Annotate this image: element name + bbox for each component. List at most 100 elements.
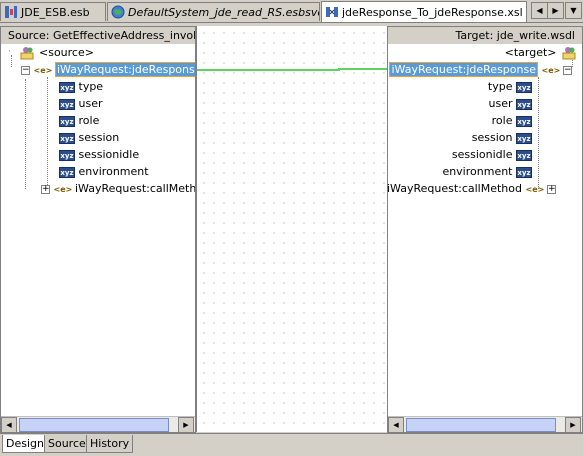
attribute-icon: xyz [59,115,75,127]
scrollbar-thumb[interactable] [406,418,556,432]
source-attr-session[interactable]: xyz session [59,129,119,146]
scroll-left-button[interactable]: ◀ [388,417,404,432]
tab-source[interactable]: Source [44,435,90,453]
target-attr-type[interactable]: type xyz [488,78,532,95]
expand-icon[interactable]: + [41,184,50,194]
tab-label: DefaultSystem_jde_read_RS.esbsvc [128,5,320,19]
element-icon: <e> [525,184,545,194]
source-node-label: iWayRequest:jdeResponse [55,62,195,77]
chevron-right-icon: ▶ [552,6,559,15]
scroll-tabs-left-button[interactable]: ◀ [531,2,548,19]
scroll-left-button[interactable]: ◀ [1,417,17,432]
collapse-toggle-icon[interactable]: · [5,47,14,58]
target-attr-session[interactable]: session xyz [472,129,532,146]
attribute-icon: xyz [516,98,532,110]
source-attr-type[interactable]: xyz type [59,78,103,95]
target-tree-panel: Target: jde_write.wsdl <target> iWayRequ… [387,26,583,433]
target-root-node[interactable]: <target> [505,44,578,61]
chevron-left-icon: ◀ [536,6,543,15]
tab-jde-esb[interactable]: JDE_ESB.esb [0,2,106,21]
chevron-right-icon: ▶ [570,421,576,429]
xsl-map-icon [326,7,338,17]
source-attr-role[interactable]: xyz role [59,112,99,129]
esb-file-icon [5,6,17,18]
scroll-tabs-right-button[interactable]: ▶ [547,2,564,19]
element-icon: <e> [33,65,53,75]
chevron-left-icon: ◀ [6,421,12,429]
attr-label: type [487,80,513,93]
element-icon: <e> [53,184,73,194]
globe-icon [111,5,125,19]
source-tree-panel: Source: GetEffectiveAddress_invoke.wsdl … [0,26,196,433]
attr-label: role [491,114,513,127]
schema-root-icon [20,47,33,60]
mapping-canvas[interactable] [196,26,388,432]
source-attr-sessionidle[interactable]: xyz sessionidle [59,146,139,163]
source-child-label: iWayRequest:callMethod [75,182,196,195]
source-horizontal-scrollbar[interactable]: ◀ ▶ [1,416,195,432]
editor-view-tabs: Design Source History [0,433,583,456]
target-child-node[interactable]: iWayRequest:callMethod <e> + [387,180,556,197]
tab-default-system-esbsvc[interactable]: DefaultSystem_jde_read_RS.esbsvc [107,2,320,21]
attr-label: role [78,114,100,127]
attr-label: user [488,97,513,110]
chevron-left-icon: ◀ [393,421,399,429]
attr-label: environment [442,165,513,178]
target-child-label: iWayRequest:callMethod [387,182,522,195]
tab-xsl-map[interactable]: jdeResponse_To_jdeResponse.xsl [321,1,527,22]
target-header: Target: jde_write.wsdl [388,27,582,44]
attr-label: session [78,131,120,144]
source-root-node[interactable]: · <source> [5,44,94,61]
attr-label: type [78,80,104,93]
attribute-icon: xyz [59,149,75,161]
target-attr-role[interactable]: role xyz [492,112,532,129]
tree-line [538,77,539,189]
mapping-links [197,68,387,71]
target-attr-sessionidle[interactable]: sessionidle xyz [452,146,532,163]
collapse-icon[interactable]: − [21,65,30,75]
attr-label: environment [78,165,149,178]
target-node-label: iWayRequest:jdeResponse [389,62,538,77]
collapse-icon[interactable]: − [563,65,572,75]
tab-label: jdeResponse_To_jdeResponse.xsl [342,5,523,19]
attribute-icon: xyz [516,115,532,127]
attr-label: user [78,97,103,110]
editor-tab-strip: JDE_ESB.esb DefaultSystem_jde_read_RS.es… [0,0,583,23]
tab-label: JDE_ESB.esb [21,5,90,19]
expand-icon[interactable]: + [547,184,556,194]
scrollbar-thumb[interactable] [19,418,169,432]
target-attr-environment[interactable]: environment xyz [442,163,532,180]
schema-root-icon [562,47,576,60]
tab-history[interactable]: History [86,435,134,453]
tab-list-button[interactable]: ▼ [565,2,582,19]
scroll-right-button[interactable]: ▶ [565,417,581,432]
chevron-right-icon: ▶ [183,421,189,429]
chevron-down-icon: ▼ [570,6,577,15]
attribute-icon: xyz [516,166,532,178]
target-attr-user[interactable]: user xyz [488,95,532,112]
attr-label: sessionidle [451,148,513,161]
mapping-link-line [197,68,387,71]
attribute-icon: xyz [59,98,75,110]
source-attr-environment[interactable]: xyz environment [59,163,149,180]
tree-line [25,79,26,189]
source-child-node[interactable]: + <e> iWayRequest:callMethod [41,180,196,197]
target-root-label: <target> [504,46,557,59]
target-selected-node[interactable]: iWayRequest:jdeResponse <e> − [389,61,572,78]
scroll-right-button[interactable]: ▶ [178,417,194,432]
attribute-icon: xyz [59,132,75,144]
attribute-icon: xyz [516,81,532,93]
tree-line [47,77,48,189]
source-selected-node[interactable]: − <e> iWayRequest:jdeResponse [21,61,195,78]
source-attr-user[interactable]: xyz user [59,95,103,112]
source-header: Source: GetEffectiveAddress_invoke.wsdl [1,27,195,44]
target-horizontal-scrollbar[interactable]: ◀ ▶ [388,416,582,432]
attr-label: sessionidle [78,148,140,161]
element-icon: <e> [541,65,561,75]
attribute-icon: xyz [516,132,532,144]
attribute-icon: xyz [59,81,75,93]
tab-design[interactable]: Design [2,435,48,453]
attribute-icon: xyz [59,166,75,178]
source-root-label: <source> [39,46,94,59]
attribute-icon: xyz [516,149,532,161]
